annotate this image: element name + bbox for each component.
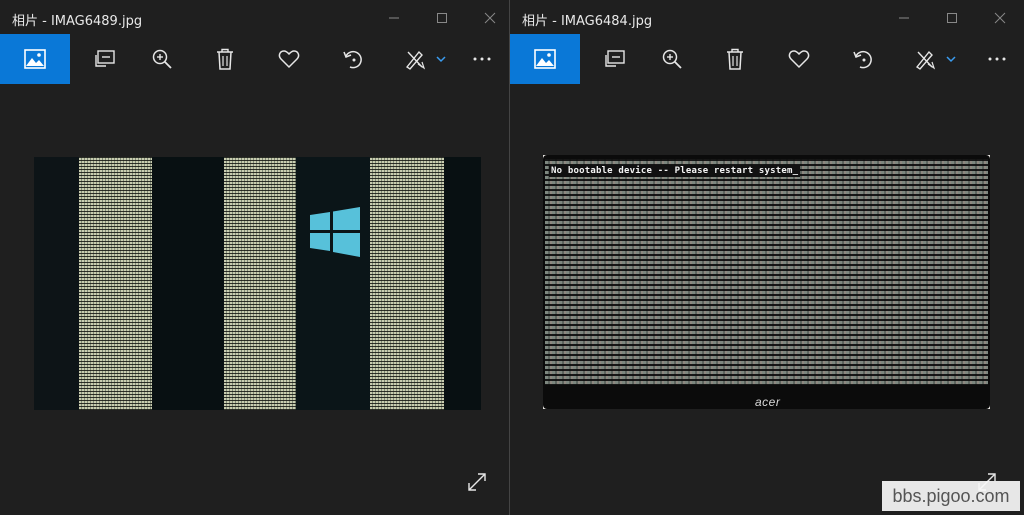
close-button[interactable] [980,6,1020,30]
rotate-button[interactable] [318,34,388,84]
photo-image: No bootable device -- Please restart sys… [543,155,990,409]
photo-dark-band [444,157,481,410]
photo-stripe [370,157,444,410]
slideshow-icon [605,50,625,67]
photo-dark-band [296,157,370,410]
photo-image [34,157,481,410]
more-icon [473,57,491,61]
photo-dark-band [152,157,224,410]
image-icon [534,49,556,69]
expand-icon [468,473,486,491]
title-bar[interactable]: 相片 - IMAG6489.jpg [0,0,509,34]
maximize-button[interactable] [932,6,972,30]
delete-button[interactable] [700,34,770,84]
more-button[interactable] [970,34,1024,84]
rotate-button[interactable] [828,34,898,84]
minimize-icon [899,17,909,19]
window-title: 相片 - IMAG6489.jpg [12,14,143,29]
more-button[interactable] [455,34,509,84]
window-title: 相片 - IMAG6484.jpg [522,14,653,29]
delete-button[interactable] [190,34,260,84]
maximize-icon [947,13,957,23]
image-icon [24,49,46,69]
favorite-heart-icon [788,50,810,69]
boot-error-message: No bootable device -- Please restart sys… [549,165,801,177]
photos-window-left: 相片 - IMAG6489.jpg [0,0,509,515]
favorite-heart-icon [278,50,300,69]
favorite-button[interactable] [254,34,324,84]
close-icon [484,12,496,24]
close-button[interactable] [470,6,509,30]
chevron-down-icon [946,56,956,63]
edit-create-icon [405,50,426,70]
delete-icon [217,48,233,70]
minimize-button[interactable] [884,6,924,30]
rotate-icon [853,50,872,69]
photo-stripe [79,157,152,410]
minimize-button[interactable] [374,6,414,30]
edit-create-button[interactable] [895,34,975,84]
slideshow-icon [95,50,115,67]
windows-logo-icon [310,207,360,257]
toolbar [510,34,1024,84]
title-bar[interactable]: 相片 - IMAG6484.jpg [510,0,1024,34]
rotate-icon [343,50,362,69]
edit-create-icon [915,50,936,70]
site-watermark: bbs.pigoo.com [882,481,1020,511]
photo-stripe [224,157,296,410]
fullscreen-button[interactable] [463,468,491,496]
maximize-icon [437,13,447,23]
more-icon [988,57,1006,61]
zoom-in-icon [152,49,172,69]
zoom-in-button[interactable] [127,34,197,84]
view-image-button[interactable] [0,34,70,84]
chevron-down-icon [436,56,446,63]
view-image-button[interactable] [510,34,580,84]
close-icon [994,12,1006,24]
monitor-brand-logo: acer [755,395,781,409]
zoom-in-icon [662,49,682,69]
delete-icon [727,48,743,70]
monitor-screen: No bootable device -- Please restart sys… [545,159,988,385]
toolbar [0,34,509,84]
minimize-icon [389,17,399,19]
favorite-button[interactable] [764,34,834,84]
zoom-in-button[interactable] [637,34,707,84]
maximize-button[interactable] [422,6,462,30]
edit-create-button[interactable] [385,34,465,84]
